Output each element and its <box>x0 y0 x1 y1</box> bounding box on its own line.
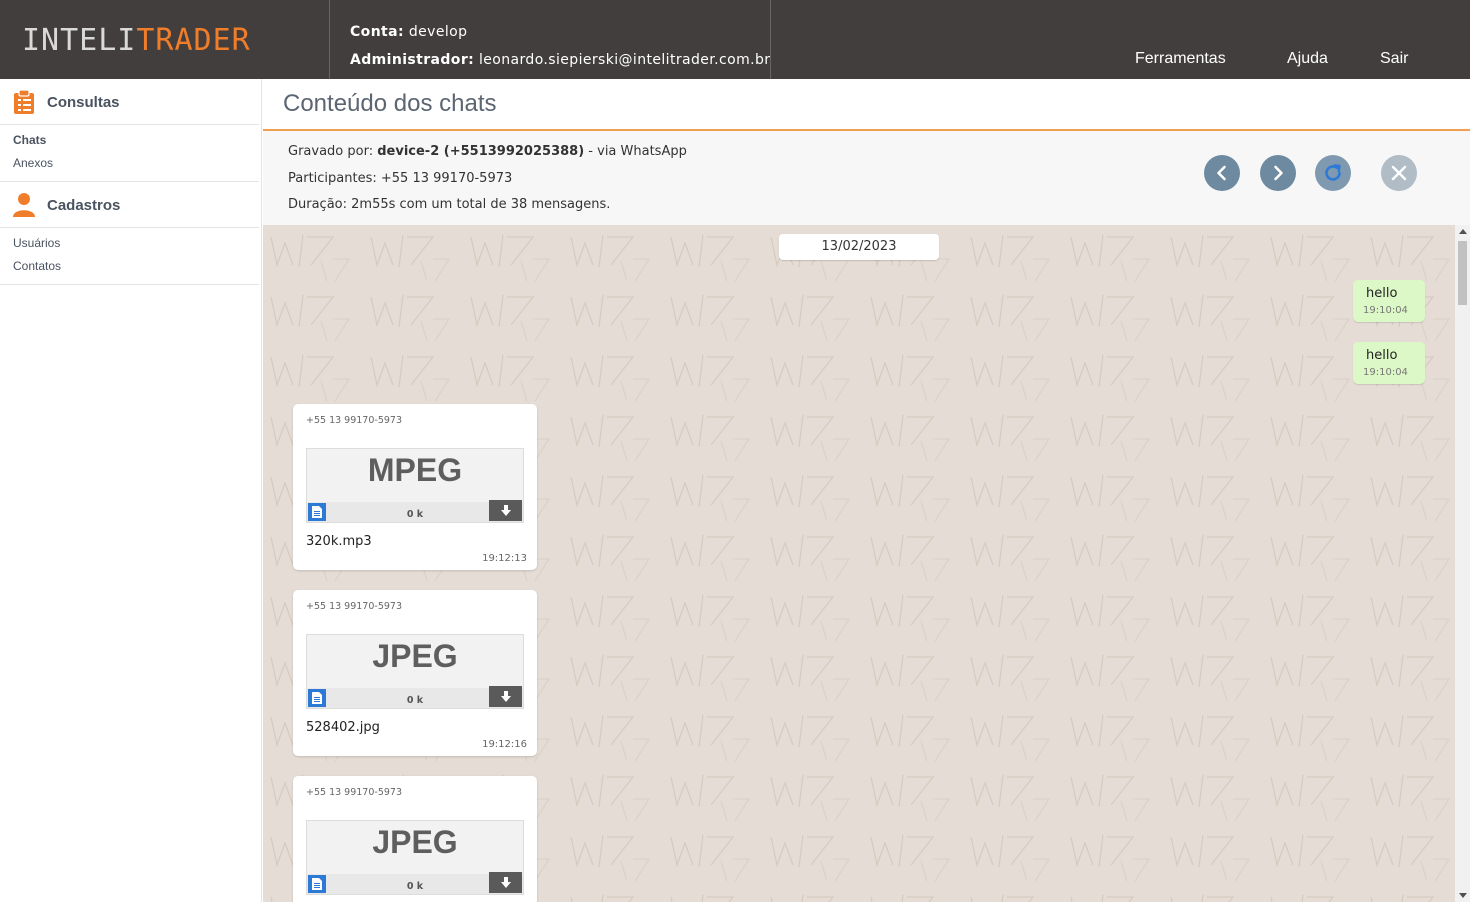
nav-help-link[interactable]: Ajuda <box>1287 50 1328 68</box>
sidebar-links-cadastros: Usuários Contatos <box>0 228 259 285</box>
top-header: INTELI TRADER Conta: develop Administrado… <box>0 0 1470 79</box>
admin-label: Administrador: <box>350 52 475 68</box>
message-sender: +55 13 99170-5973 <box>306 787 403 798</box>
attachment-message: +55 13 99170-5973 MPEG 0 k 320k.mp3 19:1… <box>293 404 537 570</box>
file-name: 528402.jpg <box>306 720 380 735</box>
user-icon <box>13 193 35 217</box>
attachment-message: +55 13 99170-5973 JPEG 0 k 528402.jpg 19… <box>293 590 537 756</box>
duration-value: 2m55s com um total de 38 mensagens. <box>351 197 611 212</box>
sidebar-section-title: Cadastros <box>47 197 121 214</box>
date-separator: 13/02/2023 <box>779 234 939 260</box>
download-arrow-icon <box>500 691 511 702</box>
next-chat-button[interactable] <box>1260 155 1296 191</box>
message-time: 19:12:13 <box>482 553 527 564</box>
attachment-message: +55 13 99170-5973 JPEG 0 k <box>293 776 537 902</box>
chat-scrollbar[interactable] <box>1455 225 1470 902</box>
refresh-button[interactable] <box>1315 155 1351 191</box>
scroll-down-arrow[interactable] <box>1459 893 1467 898</box>
attachment-preview[interactable]: MPEG 0 k <box>306 448 524 523</box>
download-button[interactable] <box>489 500 522 521</box>
document-icon <box>308 689 326 707</box>
clipboard-icon <box>14 89 34 114</box>
download-arrow-icon <box>500 505 511 516</box>
page-title: Conteúdo dos chats <box>283 90 497 117</box>
outgoing-message[interactable]: hello 19:10:04 <box>1353 280 1425 322</box>
scroll-up-arrow[interactable] <box>1459 229 1467 234</box>
account-info: Conta: develop Administrador: leonardo.s… <box>350 18 770 74</box>
chevron-left-icon <box>1217 165 1226 181</box>
outgoing-message[interactable]: hello 19:10:04 <box>1353 342 1425 384</box>
header-divider <box>770 0 771 79</box>
attachment-preview[interactable]: JPEG 0 k <box>306 634 524 709</box>
sidebar-section-title: Consultas <box>47 94 120 111</box>
close-icon <box>1391 165 1407 181</box>
sidebar-item-anexos[interactable]: Anexos <box>13 152 259 175</box>
logo-text-inteli: INTELI <box>22 22 137 58</box>
message-time: 19:10:04 <box>1363 305 1408 316</box>
download-arrow-icon <box>500 877 511 888</box>
chevron-right-icon <box>1274 165 1283 181</box>
sidebar-item-usuarios[interactable]: Usuários <box>13 232 259 255</box>
message-sender: +55 13 99170-5973 <box>306 601 403 612</box>
nav-tools-link[interactable]: Ferramentas <box>1135 50 1226 68</box>
document-icon <box>308 875 326 893</box>
duration-label: Duração: <box>288 197 348 212</box>
participants-label: Participantes: <box>288 171 377 186</box>
chat-messages-area[interactable]: 13/02/2023 hello 19:10:04 hello 19:10:04… <box>263 225 1455 902</box>
download-button[interactable] <box>489 872 522 893</box>
file-type-label: MPEG <box>367 452 463 488</box>
close-chat-button[interactable] <box>1381 155 1417 191</box>
file-type-label: JPEG <box>372 824 458 860</box>
previous-chat-button[interactable] <box>1204 155 1240 191</box>
attachment-preview[interactable]: JPEG 0 k <box>306 820 524 895</box>
logo-text-trader: TRADER <box>136 22 251 58</box>
admin-email: leonardo.siepierski@intelitrader.com.br <box>479 52 771 68</box>
message-text: hello <box>1366 286 1398 301</box>
sidebar-item-chats[interactable]: Chats <box>13 129 259 152</box>
account-label: Conta: <box>350 24 404 40</box>
file-type-label: JPEG <box>372 638 458 674</box>
sidebar-item-contatos[interactable]: Contatos <box>13 255 259 278</box>
scrollbar-thumb[interactable] <box>1458 241 1467 305</box>
recorded-via: - via WhatsApp <box>588 144 687 159</box>
page-header: Conteúdo dos chats <box>263 79 1470 131</box>
sidebar-links-consultas: Chats Anexos <box>0 125 259 182</box>
participants-row: Participantes: +55 13 99170-5973 <box>288 171 512 186</box>
recorded-by-label: Gravado por: <box>288 144 374 159</box>
nav-exit-link[interactable]: Sair <box>1380 50 1408 68</box>
account-value: develop <box>408 24 468 40</box>
header-divider <box>329 0 330 79</box>
file-name: 320k.mp3 <box>306 534 372 549</box>
message-text: hello <box>1366 348 1398 363</box>
refresh-icon <box>1325 164 1341 181</box>
message-sender: +55 13 99170-5973 <box>306 415 403 426</box>
document-icon <box>308 503 326 521</box>
participants-value: +55 13 99170-5973 <box>380 171 513 186</box>
duration-row: Duração: 2m55s com um total de 38 mensag… <box>288 197 610 212</box>
sidebar: Consultas Chats Anexos Cadastros Usuário… <box>0 79 262 902</box>
message-time: 19:10:04 <box>1363 367 1408 378</box>
intelitrader-logo[interactable]: INTELI TRADER <box>22 22 251 58</box>
download-button[interactable] <box>489 686 522 707</box>
recorded-by-row: Gravado por: device-2 (+5513992025388) -… <box>288 144 687 159</box>
sidebar-section-consultas: Consultas <box>0 79 259 125</box>
message-time: 19:12:16 <box>482 739 527 750</box>
recorded-device: device-2 (+5513992025388) <box>377 144 585 159</box>
sidebar-section-cadastros: Cadastros <box>0 182 259 228</box>
